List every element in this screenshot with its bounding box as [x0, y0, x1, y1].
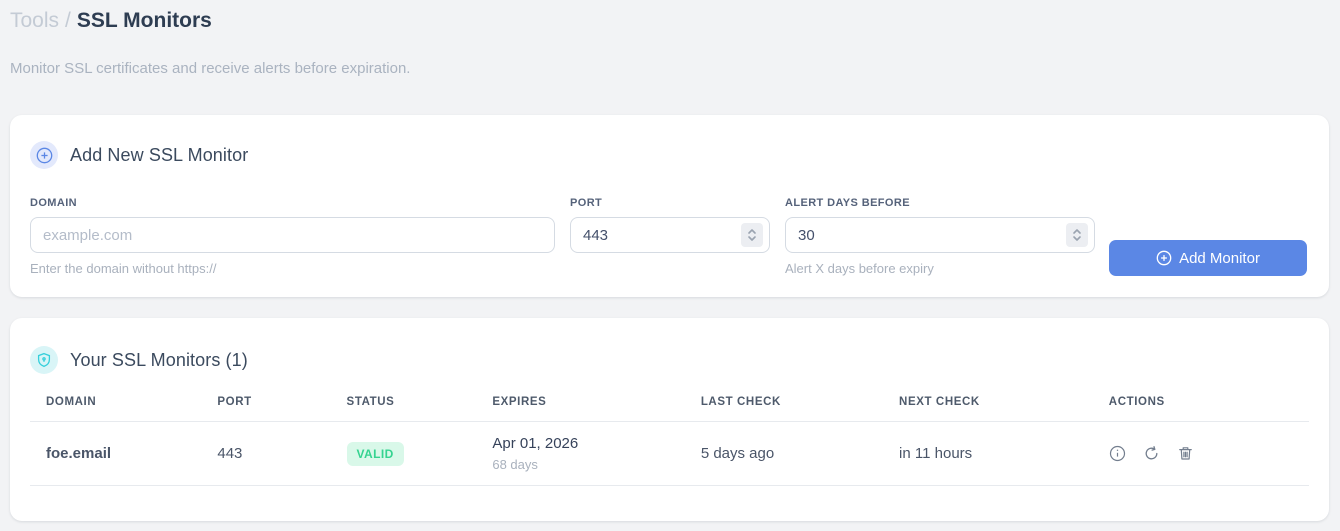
add-monitor-button[interactable]: Add Monitor	[1109, 240, 1307, 276]
shield-icon	[30, 346, 58, 374]
header-status: STATUS	[330, 384, 477, 422]
page-header: Tools / SSL Monitors Monitor SSL certifica…	[0, 0, 1340, 77]
plus-circle-icon	[1156, 250, 1172, 266]
plus-circle-icon	[30, 141, 58, 169]
table-header-row: DOMAIN PORT STATUS EXPIRES LAST CHECK NE…	[30, 384, 1309, 422]
add-monitor-button-label: Add Monitor	[1179, 249, 1260, 267]
alert-days-hint: Alert X days before expiry	[785, 261, 934, 276]
alert-days-label: ALERT DAYS BEFORE	[785, 197, 910, 209]
expires-date: Apr 01, 2026	[492, 435, 579, 452]
status-badge: VALID	[346, 441, 404, 466]
domain-field-group: DOMAIN Enter the domain without https://	[30, 197, 555, 276]
alert-days-input[interactable]	[785, 217, 1095, 253]
domain-hint: Enter the domain without https://	[30, 261, 217, 276]
header-next-check: NEXT CHECK	[883, 384, 1093, 422]
expires-days-remaining: 68 days	[492, 457, 538, 472]
breadcrumb: Tools / SSL Monitors	[10, 8, 1330, 34]
header-domain: DOMAIN	[30, 384, 202, 422]
breadcrumb-tools[interactable]: Tools	[10, 9, 59, 32]
add-monitor-heading: Add New SSL Monitor	[30, 141, 1309, 169]
monitors-table: DOMAIN PORT STATUS EXPIRES LAST CHECK NE…	[30, 384, 1309, 486]
port-input[interactable]	[570, 217, 770, 253]
table-row: foe.email 443 VALID Apr 01, 2026 68 days…	[30, 421, 1309, 486]
monitor-domain: foe.email	[30, 421, 202, 486]
domain-label: DOMAIN	[30, 197, 78, 209]
refresh-button[interactable]	[1143, 445, 1160, 462]
header-port: PORT	[201, 384, 331, 422]
header-actions: ACTIONS	[1092, 384, 1309, 422]
info-icon	[1109, 445, 1125, 462]
monitors-heading: Your SSL Monitors (1)	[30, 346, 1309, 374]
breadcrumb-separator: /	[65, 9, 71, 32]
info-button[interactable]	[1109, 445, 1126, 462]
header-expires: EXPIRES	[476, 384, 685, 422]
add-monitor-form: DOMAIN Enter the domain without https://…	[30, 197, 1309, 276]
page-subtitle: Monitor SSL certificates and receive ale…	[10, 60, 411, 77]
alert-days-field-group: ALERT DAYS BEFORE Alert X days before ex…	[785, 197, 1095, 276]
add-monitor-card: Add New SSL Monitor DOMAIN Enter the dom…	[10, 115, 1329, 297]
ssl-monitors-page: Tools / SSL Monitors Monitor SSL certifica…	[0, 0, 1340, 531]
monitor-port: 443	[201, 421, 331, 486]
monitors-card: Your SSL Monitors (1) DOMAIN PORT STATUS…	[10, 318, 1329, 521]
monitor-actions-cell	[1092, 421, 1309, 486]
port-field-group: PORT	[570, 197, 770, 253]
port-label: PORT	[570, 197, 603, 209]
alert-days-stepper[interactable]	[1066, 223, 1088, 247]
monitor-next-check: in 11 hours	[883, 421, 1093, 486]
page-title: SSL Monitors	[76, 9, 212, 32]
monitor-last-check: 5 days ago	[684, 421, 884, 486]
refresh-icon	[1145, 446, 1158, 460]
delete-button[interactable]	[1177, 445, 1194, 462]
port-stepper[interactable]	[741, 223, 763, 247]
header-last-check: LAST CHECK	[684, 384, 884, 422]
monitor-status-cell: VALID	[330, 421, 477, 486]
add-monitor-title: Add New SSL Monitor	[70, 144, 249, 165]
trash-icon	[1178, 447, 1192, 460]
monitor-expires-cell: Apr 01, 2026 68 days	[476, 421, 685, 486]
domain-input[interactable]	[30, 217, 555, 253]
monitors-title: Your SSL Monitors (1)	[70, 349, 248, 370]
